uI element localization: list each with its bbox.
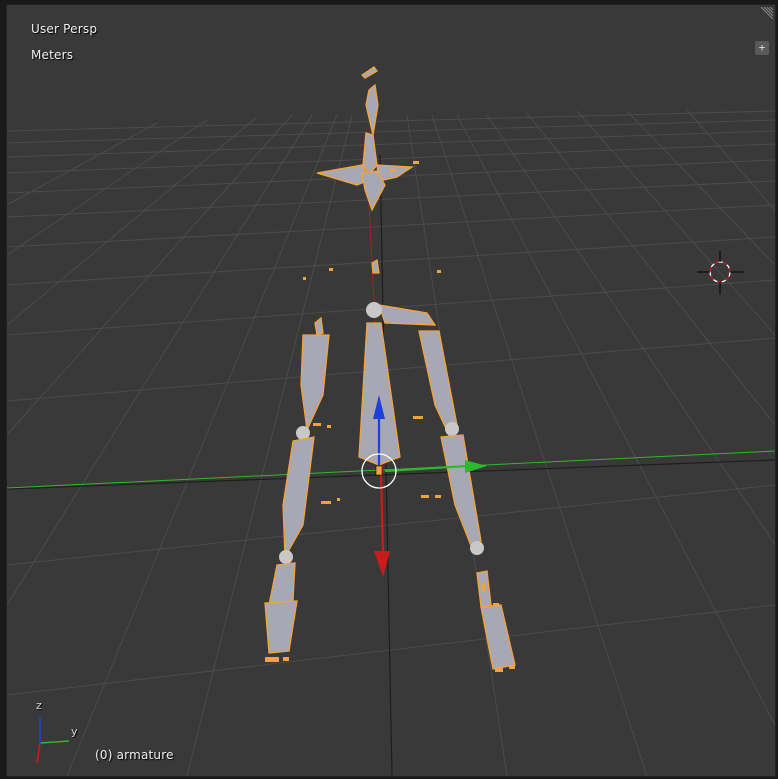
bone-top-tip[interactable]	[360, 66, 378, 79]
corner-grip-icon[interactable]	[759, 7, 773, 21]
bone-hip-right[interactable]	[378, 304, 437, 326]
armature[interactable]	[264, 66, 516, 670]
bone-head-lower[interactable]	[362, 132, 378, 177]
add-toolbar-button[interactable]: +	[755, 41, 769, 55]
joint-right-ankle[interactable]	[470, 541, 484, 555]
active-object-label: (0) armature	[95, 748, 174, 762]
bone-left-shin[interactable]	[282, 436, 315, 560]
bone-left-thigh-top[interactable]	[314, 316, 324, 336]
bone-left-toe[interactable]	[264, 600, 298, 654]
units-label: Meters	[31, 48, 74, 62]
3d-viewport[interactable]: User Persp Meters (0) armature y z +	[6, 4, 776, 777]
view-mode-label: User Persp	[31, 22, 98, 36]
bone-left-foot[interactable]	[268, 562, 296, 606]
bone-spine-root[interactable]	[371, 258, 380, 274]
gizmo-center[interactable]	[375, 465, 383, 476]
joint-right-knee[interactable]	[445, 422, 459, 436]
bone-right-shin[interactable]	[440, 434, 482, 553]
floor-grid-major	[7, 154, 775, 776]
bone-wing-left[interactable]	[316, 164, 370, 186]
bone-right-thigh[interactable]	[418, 330, 458, 437]
orientation-axes-icon	[36, 717, 70, 764]
scene-canvas[interactable]	[7, 5, 775, 776]
bone-wing-right[interactable]	[376, 164, 414, 182]
axis-y-label: y	[71, 725, 78, 738]
bone-head-upper[interactable]	[365, 83, 379, 136]
axis-z-label: z	[36, 699, 42, 712]
joint-left-ankle[interactable]	[279, 550, 293, 564]
bone-left-thigh[interactable]	[300, 334, 330, 433]
joint-hip[interactable]	[366, 302, 382, 318]
